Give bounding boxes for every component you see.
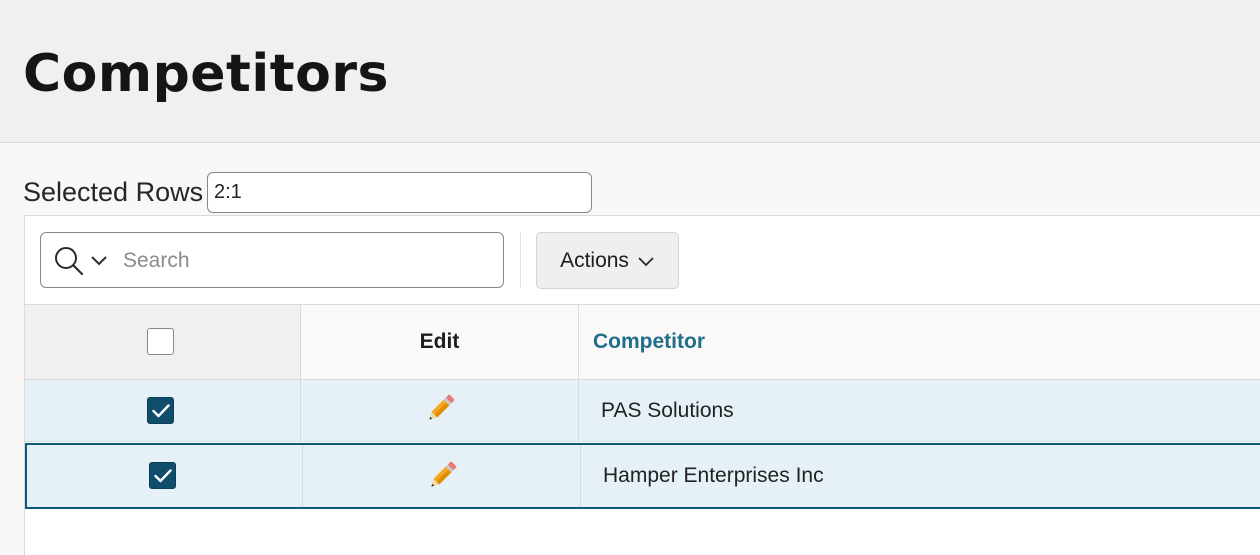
table-row[interactable]: PAS Solutions	[25, 380, 1260, 442]
row-checkbox[interactable]	[149, 462, 176, 489]
search-input[interactable]	[121, 241, 495, 281]
table-row[interactable]: Hamper Enterprises Inc	[25, 443, 1260, 509]
grid-header-row: Edit Competitor	[25, 305, 1260, 380]
pencil-icon[interactable]	[426, 460, 458, 492]
row-selector-cell	[25, 380, 301, 441]
chevron-down-icon[interactable]	[90, 253, 108, 267]
interactive-grid: Actions Edit Competitor	[24, 215, 1260, 555]
competitor-cell: PAS Solutions	[601, 398, 734, 422]
actions-menu-button[interactable]: Actions	[536, 232, 679, 289]
select-all-header	[25, 305, 301, 379]
chevron-down-icon	[638, 256, 654, 266]
selected-rows-label: Selected Rows	[23, 177, 204, 207]
selected-rows-field[interactable]	[207, 172, 592, 213]
select-all-checkbox[interactable]	[147, 328, 174, 355]
checkmark-icon	[152, 404, 170, 418]
checkmark-icon	[154, 469, 172, 483]
pencil-icon[interactable]	[424, 393, 456, 425]
column-header-edit: Edit	[301, 305, 579, 379]
row-checkbox[interactable]	[147, 397, 174, 424]
toolbar-divider	[520, 232, 521, 288]
page-title: Competitors	[23, 44, 389, 104]
row-selector-cell	[27, 445, 303, 507]
competitor-cell: Hamper Enterprises Inc	[603, 464, 824, 487]
column-header-competitor[interactable]: Competitor	[593, 305, 705, 379]
grid-toolbar: Actions	[25, 216, 1260, 305]
actions-button-label: Actions	[560, 248, 629, 272]
edit-cell	[303, 445, 581, 507]
search-icon[interactable]	[53, 245, 85, 277]
page-header: Competitors	[0, 0, 1260, 143]
edit-cell	[301, 380, 579, 441]
search-box[interactable]	[40, 232, 504, 288]
